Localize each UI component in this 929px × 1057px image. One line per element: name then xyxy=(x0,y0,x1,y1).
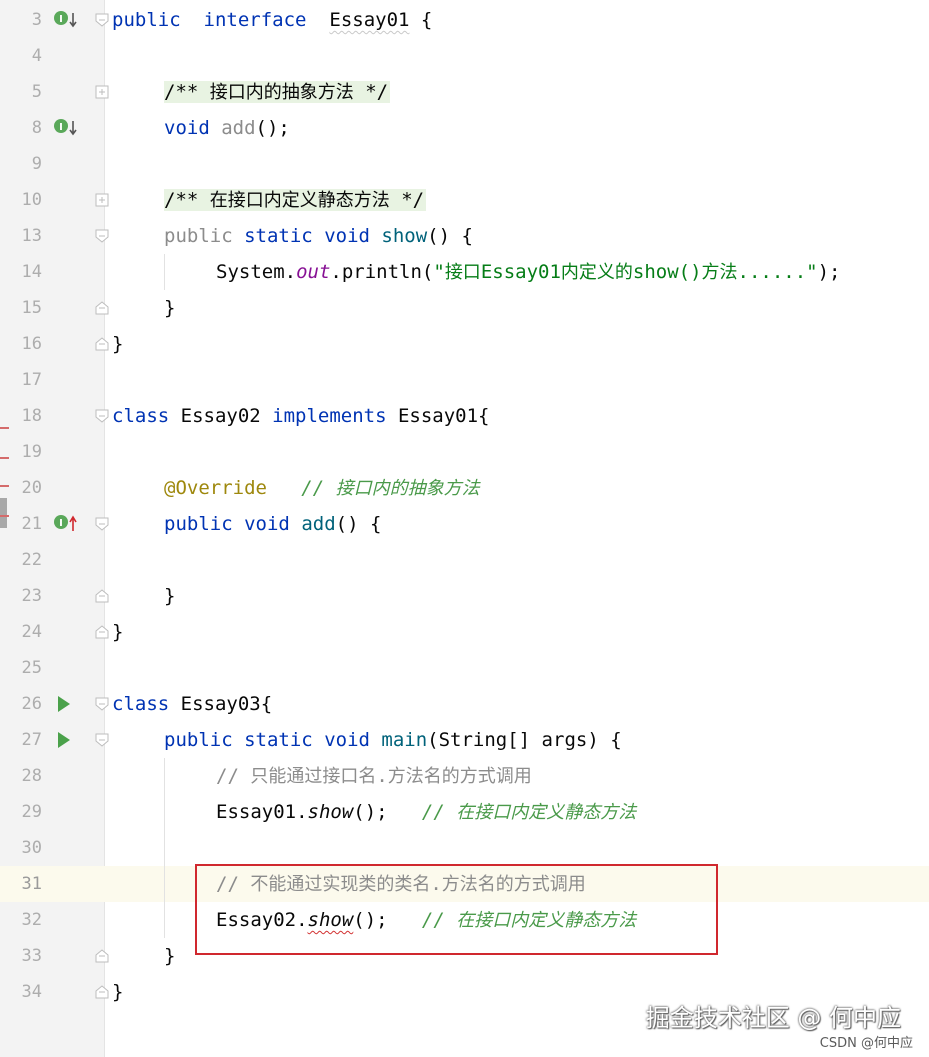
svg-text:I: I xyxy=(59,122,63,133)
code-line[interactable]: 25 xyxy=(0,650,929,686)
line-number: 4 xyxy=(31,46,42,66)
fold-expand-icon[interactable] xyxy=(94,84,110,100)
code-text: @Override // 接口内的抽象方法 xyxy=(164,477,480,499)
code-text: Essay01.show(); // 在接口内定义静态方法 xyxy=(216,801,637,823)
line-number: 20 xyxy=(21,478,42,498)
line-number: 17 xyxy=(21,370,42,390)
line-number: 15 xyxy=(21,298,42,318)
fold-collapse-icon[interactable] xyxy=(94,408,110,424)
line-number: 26 xyxy=(21,694,42,714)
fold-collapse-icon[interactable] xyxy=(94,516,110,532)
code-line[interactable]: 30 xyxy=(0,830,929,866)
line-number: 14 xyxy=(21,262,42,282)
code-line[interactable]: 4 xyxy=(0,38,929,74)
line-number: 29 xyxy=(21,802,42,822)
highlight-box xyxy=(195,864,718,955)
line-number: 16 xyxy=(21,334,42,354)
line-number: 10 xyxy=(21,190,42,210)
line-number: 9 xyxy=(31,154,42,174)
line-number: 32 xyxy=(21,910,42,930)
code-line[interactable]: 21 Ipublic void add() { xyxy=(0,506,929,542)
code-text: class Essay03{ xyxy=(112,693,273,715)
code-line[interactable]: 27 public static void main(String[] args)… xyxy=(0,722,929,758)
run-icon[interactable] xyxy=(53,694,79,714)
code-text: } xyxy=(164,297,176,319)
code-text: public void add() { xyxy=(164,513,382,535)
line-number: 13 xyxy=(21,226,42,246)
code-line[interactable]: 22 xyxy=(0,542,929,578)
line-number: 27 xyxy=(21,730,42,750)
fold-collapse-icon[interactable] xyxy=(94,588,110,604)
svg-text:I: I xyxy=(59,14,63,25)
fold-collapse-icon[interactable] xyxy=(94,300,110,316)
code-line[interactable]: 28 // 只能通过接口名.方法名的方式调用 xyxy=(0,758,929,794)
code-text: } xyxy=(112,621,124,643)
implemented-down-icon[interactable]: I xyxy=(53,10,79,30)
line-number: 28 xyxy=(21,766,42,786)
line-number: 8 xyxy=(31,118,42,138)
fold-collapse-icon[interactable] xyxy=(94,948,110,964)
line-number: 22 xyxy=(21,550,42,570)
fold-collapse-icon[interactable] xyxy=(94,12,110,28)
line-number: 24 xyxy=(21,622,42,642)
code-text: } xyxy=(112,981,124,1003)
line-number: 21 xyxy=(21,514,42,534)
code-line[interactable]: 10 /** 在接口内定义静态方法 */ xyxy=(0,182,929,218)
code-line[interactable]: 13 public static void show() { xyxy=(0,218,929,254)
code-editor[interactable]: 3 Ipublic interface Essay01 { 4 5 /** 接口内的抽象… xyxy=(0,0,929,1057)
code-line[interactable]: 14 System.out.println("接口Essay01内定义的show(… xyxy=(0,254,929,290)
line-number: 5 xyxy=(31,82,42,102)
implements-up-icon[interactable]: I xyxy=(53,514,79,534)
code-line[interactable]: 17 xyxy=(0,362,929,398)
code-text: public interface Essay01 { xyxy=(112,9,433,31)
code-line[interactable]: 23} xyxy=(0,578,929,614)
svg-text:I: I xyxy=(59,518,63,529)
line-number: 3 xyxy=(31,10,42,30)
code-line[interactable]: 15} xyxy=(0,290,929,326)
implemented-down-icon[interactable]: I xyxy=(53,118,79,138)
line-number: 19 xyxy=(21,442,42,462)
line-number: 23 xyxy=(21,586,42,606)
code-line[interactable]: 5 /** 接口内的抽象方法 */ xyxy=(0,74,929,110)
line-number: 30 xyxy=(21,838,42,858)
code-line[interactable]: 19 xyxy=(0,434,929,470)
code-line[interactable]: 9 xyxy=(0,146,929,182)
fold-collapse-icon[interactable] xyxy=(94,228,110,244)
fold-expand-icon[interactable] xyxy=(94,192,110,208)
fold-collapse-icon[interactable] xyxy=(94,732,110,748)
code-line[interactable]: 24} xyxy=(0,614,929,650)
code-line[interactable]: 26 class Essay03{ xyxy=(0,686,929,722)
indent-guide xyxy=(164,254,165,290)
fold-collapse-icon[interactable] xyxy=(94,696,110,712)
code-line[interactable]: 8 Ivoid add(); xyxy=(0,110,929,146)
code-text: public static void show() { xyxy=(164,225,473,247)
line-number: 33 xyxy=(21,946,42,966)
code-text: } xyxy=(112,333,124,355)
code-text: // 只能通过接口名.方法名的方式调用 xyxy=(216,765,532,787)
indent-guide xyxy=(164,758,165,938)
fold-collapse-icon[interactable] xyxy=(94,336,110,352)
code-text: } xyxy=(164,585,176,607)
code-text: /** 在接口内定义静态方法 */ xyxy=(164,189,427,211)
run-icon[interactable] xyxy=(53,730,79,750)
code-line[interactable]: 20 @Override // 接口内的抽象方法 xyxy=(0,470,929,506)
code-line[interactable]: 29 Essay01.show(); // 在接口内定义静态方法 xyxy=(0,794,929,830)
fold-collapse-icon[interactable] xyxy=(94,984,110,1000)
watermark-sub: CSDN @何中应 xyxy=(819,1036,913,1051)
code-line[interactable]: 3 Ipublic interface Essay01 { xyxy=(0,2,929,38)
code-line[interactable]: 16} xyxy=(0,326,929,362)
line-number: 34 xyxy=(21,982,42,1002)
watermark-main: 掘金技术社区 @ 何中应 xyxy=(645,1004,901,1032)
line-number: 31 xyxy=(21,874,42,894)
code-text: /** 接口内的抽象方法 */ xyxy=(164,81,391,103)
fold-collapse-icon[interactable] xyxy=(94,624,110,640)
code-text: } xyxy=(164,945,176,967)
code-line[interactable]: 18 class Essay02 implements Essay01{ xyxy=(0,398,929,434)
code-text: void add(); xyxy=(164,117,290,139)
code-text: public static void main(String[] args) { xyxy=(164,729,622,751)
line-number: 25 xyxy=(21,658,42,678)
code-text: class Essay02 implements Essay01{ xyxy=(112,405,490,427)
code-text: System.out.println("接口Essay01内定义的show()方… xyxy=(216,261,841,283)
line-number: 18 xyxy=(21,406,42,426)
